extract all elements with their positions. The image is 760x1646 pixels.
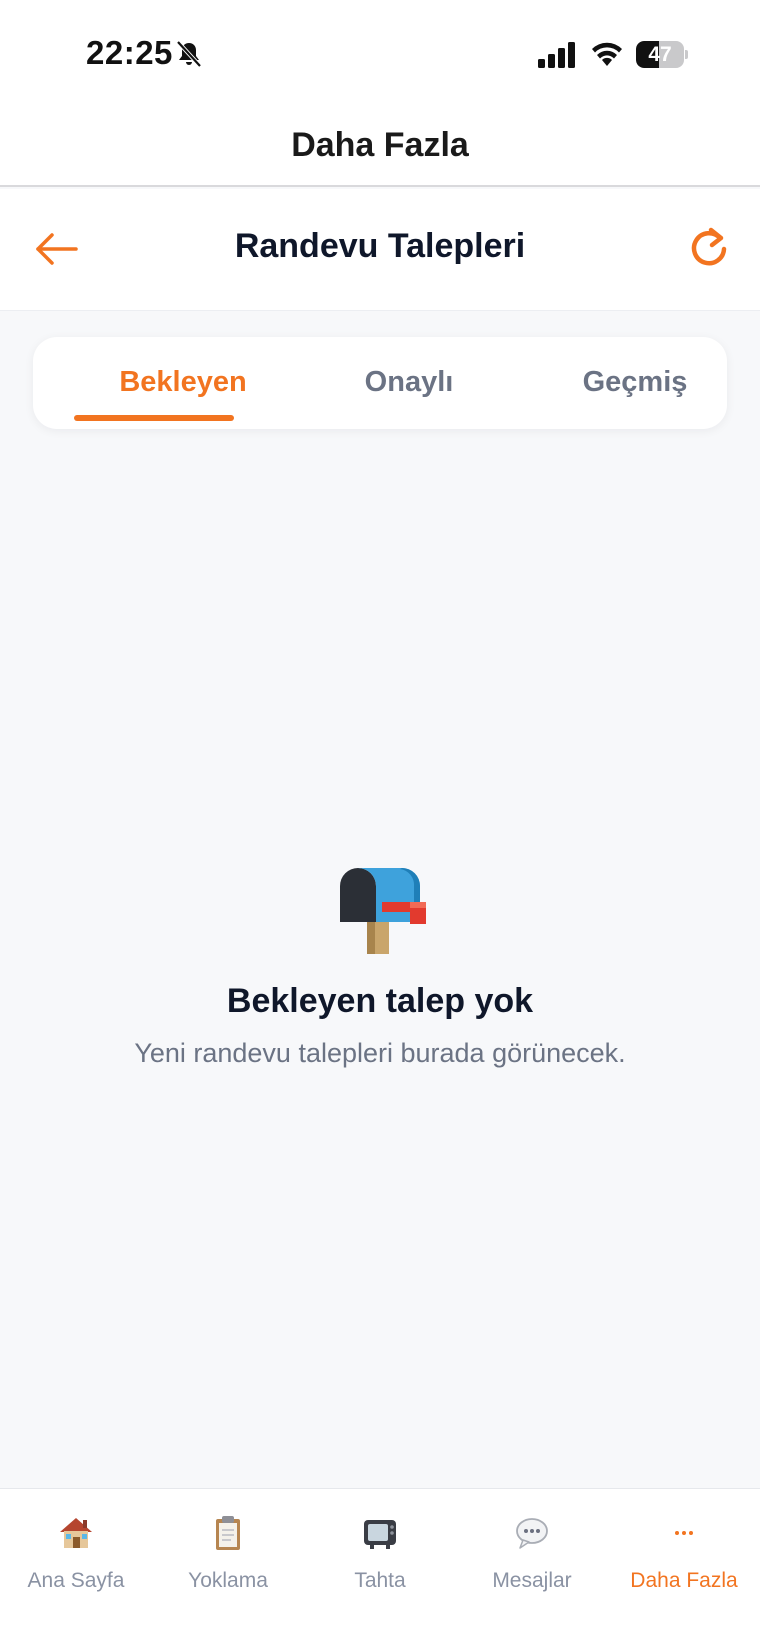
page-title: Randevu Talepleri	[234, 227, 526, 265]
status-time: 22:25	[86, 34, 173, 71]
battery-cap	[685, 50, 688, 59]
refresh-button[interactable]	[684, 224, 734, 274]
bottom-tab-bar: Ana Sayfa Yoklama Tahta Mesajlar Daha Fa…	[0, 1488, 760, 1646]
page-header: Randevu Talepleri	[0, 189, 760, 311]
mailbox-icon	[340, 868, 426, 954]
tab-onayli[interactable]: Onaylı	[299, 337, 519, 429]
battery-level: 47	[648, 43, 672, 66]
segmented-tabs: Bekleyen Onaylı Geçmiş	[33, 337, 727, 429]
bottom-tab-yoklama[interactable]: Yoklama	[152, 1489, 304, 1619]
bottom-tab-tahta[interactable]: Tahta	[304, 1489, 456, 1619]
refresh-icon	[691, 227, 727, 266]
house-icon	[60, 1518, 92, 1548]
nav-title: Daha Fazla	[291, 126, 469, 164]
bottom-tab-label: Yoklama	[188, 1569, 268, 1592]
bottom-tab-mesajlar[interactable]: Mesajlar	[456, 1489, 608, 1619]
battery-icon: 47	[636, 41, 688, 68]
empty-state-subtitle: Yeni randevu talepleri burada görünecek.	[134, 1038, 626, 1068]
signal-icon	[538, 42, 575, 68]
bell-off-icon	[176, 40, 202, 68]
battery-body: 47	[636, 41, 684, 68]
bottom-tab-label: Daha Fazla	[630, 1569, 738, 1592]
bottom-tab-label: Ana Sayfa	[27, 1569, 125, 1592]
active-tab-indicator	[74, 415, 234, 421]
television-icon	[364, 1520, 396, 1549]
status-bar: 22:25 47	[0, 0, 760, 112]
bottom-tab-label: Mesajlar	[492, 1569, 572, 1592]
screen: 22:25 47 Daha Fazla Randevu Talepleri Be…	[0, 0, 760, 1646]
empty-state-title: Bekleyen talep yok	[226, 982, 534, 1020]
ellipsis-icon	[675, 1531, 693, 1535]
bottom-tab-label: Tahta	[354, 1569, 406, 1592]
bottom-tab-daha-fazla[interactable]: Daha Fazla	[608, 1489, 760, 1619]
clipboard-icon	[216, 1516, 240, 1550]
bottom-tab-ana-sayfa[interactable]: Ana Sayfa	[0, 1489, 152, 1619]
nav-title-bar: Daha Fazla	[0, 112, 760, 187]
speech-bubble-icon	[516, 1518, 548, 1549]
wifi-icon	[592, 42, 622, 66]
tab-gecmis[interactable]: Geçmiş	[525, 337, 745, 429]
